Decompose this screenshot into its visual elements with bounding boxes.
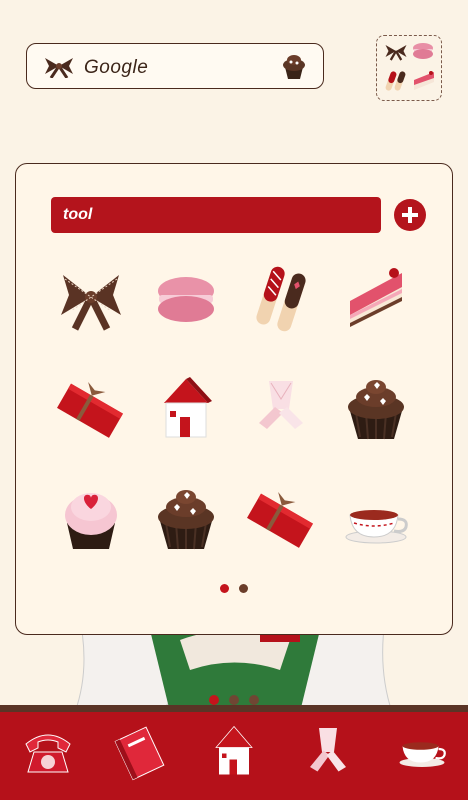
chocolate-cupcake-icon [158, 490, 214, 550]
google-search-bar[interactable]: Google [26, 43, 324, 89]
pink-heart-cupcake-icon [65, 493, 117, 549]
page-dot [229, 695, 239, 705]
red-roof-house-icon [164, 377, 212, 438]
folder-panel: tool [15, 163, 453, 635]
strawberry-cake-slice-icon [350, 268, 402, 327]
search-label: Google [84, 57, 149, 78]
pink-macaron-icon [158, 277, 214, 322]
app-chocolate-sticks[interactable] [241, 259, 321, 339]
app-house[interactable] [146, 369, 226, 449]
folder-name-text: tool [63, 206, 93, 223]
app-pink-ribbon[interactable] [241, 369, 321, 449]
app-gift-box-2[interactable] [241, 479, 321, 559]
app-chocolate-cupcake-2[interactable] [146, 479, 226, 559]
app-ribbon[interactable] [51, 259, 131, 339]
dock-ribbon[interactable] [298, 722, 358, 782]
page-dot-active [220, 584, 229, 593]
dock-phone[interactable] [18, 722, 78, 782]
folder-name-field[interactable]: tool [51, 197, 381, 233]
app-heart-cupcake[interactable] [51, 479, 131, 559]
ribbon-bow-icon [45, 58, 73, 78]
pink-macaron-icon [413, 43, 433, 59]
red-book-icon [114, 726, 165, 781]
app-chocolate-cupcake[interactable] [336, 369, 416, 449]
ribbon-bow-icon [61, 275, 121, 331]
dock-home[interactable] [204, 722, 264, 782]
chocolate-sticks-icon [385, 71, 406, 91]
app-teacup[interactable] [336, 479, 416, 559]
app-macaron[interactable] [146, 259, 226, 339]
strawberry-cake-slice-icon [414, 71, 434, 90]
dock-book[interactable] [110, 722, 170, 782]
folder-page-indicator [16, 580, 452, 598]
app-gift-box[interactable] [51, 369, 131, 449]
chocolate-sticks-icon [256, 266, 306, 332]
red-gift-box-icon [247, 491, 313, 548]
dock-teacup[interactable] [392, 722, 452, 782]
teacup-icon [345, 510, 408, 544]
red-roof-house-icon [215, 725, 253, 775]
app-cake-slice[interactable] [336, 259, 416, 339]
pink-ribbon-icon [310, 728, 346, 772]
chocolate-cupcake-icon [348, 380, 404, 440]
page-dot [239, 584, 248, 593]
tool-folder-icon[interactable] [376, 35, 442, 101]
pink-ribbon-icon [259, 381, 303, 429]
ribbon-bow-icon [385, 45, 407, 61]
red-telephone-icon [25, 734, 71, 773]
page-dot [249, 695, 259, 705]
red-gift-box-icon [57, 381, 123, 438]
chocolate-cupcake-icon [283, 55, 305, 79]
add-app-button[interactable] [394, 199, 426, 231]
teacup-icon [399, 742, 446, 767]
page-dot-active [209, 695, 219, 705]
